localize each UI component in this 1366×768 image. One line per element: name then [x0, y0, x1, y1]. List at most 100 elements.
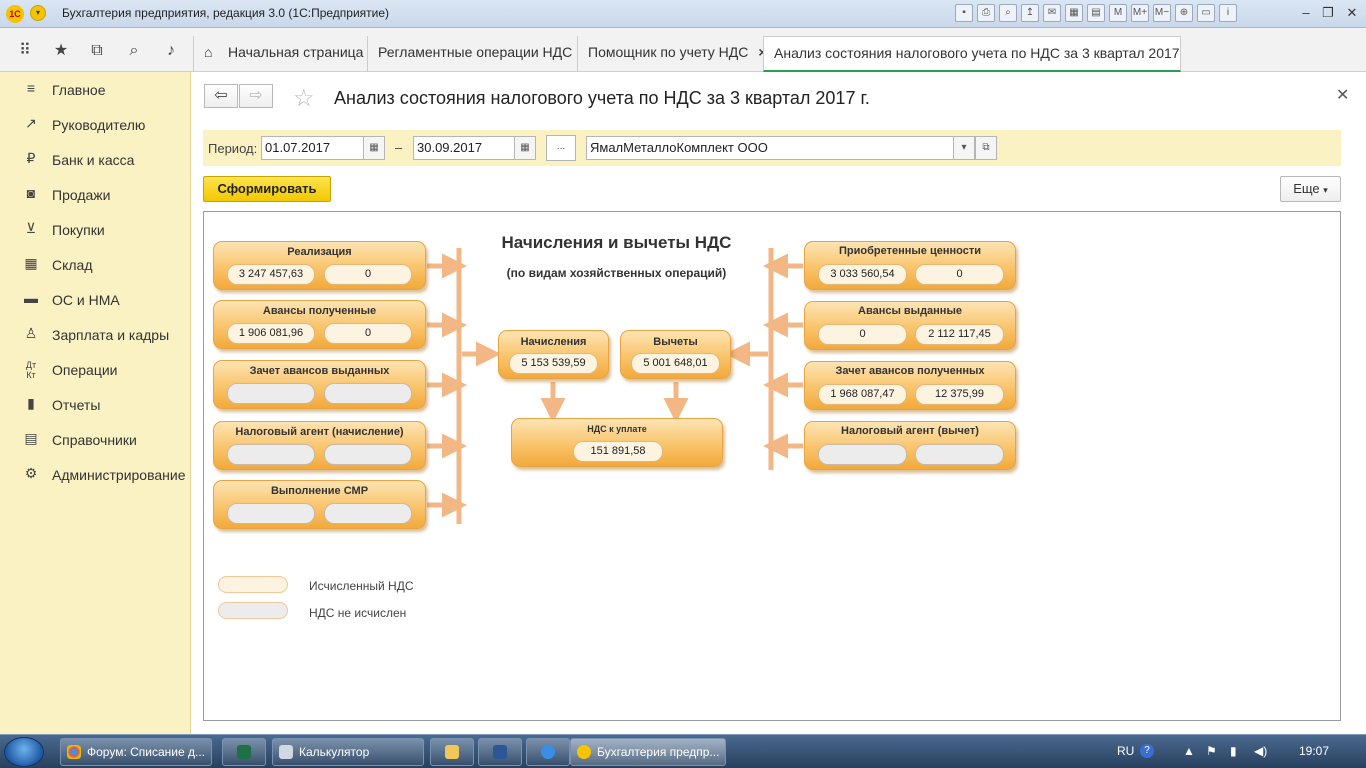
- minimize-icon[interactable]: –: [1296, 3, 1316, 23]
- taskbar-item-calculator[interactable]: Калькулятор: [272, 738, 424, 766]
- sidebar-item-reports[interactable]: ▮ Отчеты: [0, 391, 191, 421]
- window-titlebar: 1С ▾ Бухгалтерия предприятия, редакция 3…: [0, 0, 1366, 28]
- volume-icon[interactable]: ◀): [1254, 744, 1267, 758]
- date-from-field[interactable]: 01.07.2017: [261, 136, 365, 160]
- print-icon[interactable]: ⎙: [977, 4, 995, 22]
- panel-icon[interactable]: ▭: [1197, 4, 1215, 22]
- notifications-bell-icon[interactable]: ♪: [160, 40, 182, 62]
- favorite-star-icon[interactable]: ☆: [293, 84, 315, 113]
- book-icon: ▤: [24, 430, 38, 446]
- sidebar-item-bank[interactable]: ₽ Банк и касса: [0, 146, 191, 176]
- taskbar-item-word[interactable]: [478, 738, 522, 766]
- tab-vat-assistant[interactable]: Помощник по учету НДС×: [577, 36, 763, 72]
- vat-value-pill[interactable]: [818, 444, 907, 465]
- cart-icon: ⊻: [25, 220, 37, 236]
- info-icon[interactable]: i: [1219, 4, 1237, 22]
- taskbar-item-explorer[interactable]: [430, 738, 474, 766]
- table-icon[interactable]: ▦: [1065, 4, 1083, 22]
- tab-home[interactable]: ⌂ Начальная страница: [193, 36, 367, 72]
- taskbar-item-excel[interactable]: [222, 738, 266, 766]
- vat-value-pill[interactable]: 12 375,99: [915, 384, 1004, 405]
- vat-value-pill[interactable]: [324, 444, 412, 465]
- period-select-button[interactable]: ...: [546, 135, 576, 161]
- vat-value-pill[interactable]: 0: [324, 264, 412, 285]
- generate-button[interactable]: Сформировать: [203, 176, 331, 202]
- taskbar-label: Бухгалтерия предпр...: [597, 745, 720, 759]
- vat-value-pill[interactable]: 0: [818, 324, 907, 345]
- tab-label: Анализ состояния налогового учета по НДС…: [774, 45, 1181, 61]
- network-icon[interactable]: ▮: [1230, 744, 1237, 758]
- tab-vat-regulated-ops[interactable]: Регламентные операции НДС×: [367, 36, 577, 72]
- vat-value-pill[interactable]: [915, 444, 1004, 465]
- vat-payable-pill[interactable]: 151 891,58: [573, 441, 663, 462]
- box-deductions: Вычеты 5 001 648,01: [620, 330, 731, 379]
- memory-mplus-icon[interactable]: M+: [1131, 4, 1149, 22]
- help-icon[interactable]: ?: [1140, 744, 1154, 758]
- sidebar-item-manager[interactable]: ↗ Руководителю: [0, 111, 191, 141]
- date-to-field[interactable]: 30.09.2017: [413, 136, 517, 160]
- vat-value-pill[interactable]: [227, 444, 315, 465]
- vat-value-pill[interactable]: 3 247 457,63: [227, 264, 315, 285]
- open-link-icon[interactable]: ⧉: [975, 136, 997, 160]
- maximize-icon[interactable]: ❐: [1318, 3, 1338, 23]
- vat-value-pill[interactable]: [324, 503, 412, 524]
- box-tax-agent-accrual: Налоговый агент (начисление): [213, 421, 426, 470]
- calendar-to-icon[interactable]: ▦: [514, 136, 536, 160]
- sidebar-item-operations[interactable]: Дт Кт Операции: [0, 356, 191, 386]
- preview-icon[interactable]: ⌕: [999, 4, 1017, 22]
- favorites-star-icon[interactable]: ★: [50, 40, 72, 62]
- vat-value-pill[interactable]: 0: [324, 323, 412, 344]
- more-button[interactable]: Еще ▾: [1280, 176, 1341, 202]
- history-icon[interactable]: ⧉: [86, 40, 108, 62]
- sidebar-item-sales[interactable]: ◙ Продажи: [0, 181, 191, 211]
- memory-m-icon[interactable]: M: [1109, 4, 1127, 22]
- sidebar-item-fixed-assets[interactable]: ▬ ОС и НМА: [0, 286, 191, 316]
- attach-icon[interactable]: ↥: [1021, 4, 1039, 22]
- taskbar-item-1c[interactable]: Бухгалтерия предпр...: [570, 738, 726, 766]
- vat-value-pill[interactable]: 1 968 087,47: [818, 384, 907, 405]
- sidebar-item-catalogs[interactable]: ▤ Справочники: [0, 426, 191, 456]
- mail-icon[interactable]: ✉: [1043, 4, 1061, 22]
- vat-value-pill[interactable]: [324, 383, 412, 404]
- flag-icon[interactable]: ⚑: [1206, 744, 1217, 758]
- vat-value-pill[interactable]: 2 112 117,45: [915, 324, 1004, 345]
- organization-field[interactable]: ЯмалМеталлоКомплект ООО: [586, 136, 954, 160]
- close-form-icon[interactable]: ✕: [1336, 85, 1349, 105]
- close-window-icon[interactable]: ✕: [1342, 3, 1362, 23]
- tab-label: Помощник по учету НДС: [588, 44, 749, 60]
- save-icon[interactable]: ▪: [955, 4, 973, 22]
- vat-value-pill[interactable]: [227, 503, 315, 524]
- memory-mminus-icon[interactable]: M−: [1153, 4, 1171, 22]
- vat-value-pill[interactable]: 3 033 560,54: [818, 264, 907, 285]
- search-icon[interactable]: ⌕: [123, 40, 145, 62]
- clock[interactable]: 19:07: [1299, 744, 1329, 758]
- sidebar-item-main[interactable]: ≡ Главное: [0, 76, 191, 106]
- deductions-total-pill[interactable]: 5 001 648,01: [631, 353, 720, 374]
- calendar-icon[interactable]: ▤: [1087, 4, 1105, 22]
- sidebar-item-warehouse[interactable]: ▦ Склад: [0, 251, 191, 281]
- vat-value-pill[interactable]: [227, 383, 315, 404]
- sidebar-item-admin[interactable]: ⚙ Администрирование: [0, 461, 191, 491]
- apps-grid-icon[interactable]: ⠿: [14, 40, 36, 62]
- vat-value-pill[interactable]: 0: [915, 264, 1004, 285]
- box-offset-advances-received: Зачет авансов полученных 1 968 087,47 12…: [804, 361, 1016, 410]
- zoom-icon[interactable]: ⊕: [1175, 4, 1193, 22]
- explorer-icon: [445, 745, 459, 759]
- period-dash: –: [395, 140, 403, 155]
- start-button[interactable]: [4, 737, 44, 767]
- sidebar-item-salary[interactable]: ♙ Зарплата и кадры: [0, 321, 191, 351]
- taskbar-item-ie[interactable]: [526, 738, 570, 766]
- accruals-total-pill[interactable]: 5 153 539,59: [509, 353, 598, 374]
- tray-expand-icon[interactable]: ▲: [1183, 744, 1195, 758]
- tab-vat-analysis[interactable]: Анализ состояния налогового учета по НДС…: [763, 36, 1181, 72]
- calendar-from-icon[interactable]: ▦: [363, 136, 385, 160]
- forward-button[interactable]: ⇨: [239, 84, 273, 108]
- taskbar-item-forum[interactable]: Форум: Списание д...: [60, 738, 212, 766]
- vat-value-pill[interactable]: 1 906 081,96: [227, 323, 315, 344]
- back-button[interactable]: ⇦: [204, 84, 238, 108]
- sidebar-item-purchases[interactable]: ⊻ Покупки: [0, 216, 191, 246]
- language-indicator[interactable]: RU: [1117, 744, 1134, 758]
- dropdown-chevron-icon[interactable]: ▾: [953, 136, 975, 160]
- main-menu-button[interactable]: ▾: [30, 5, 46, 21]
- period-label: Период:: [208, 141, 258, 156]
